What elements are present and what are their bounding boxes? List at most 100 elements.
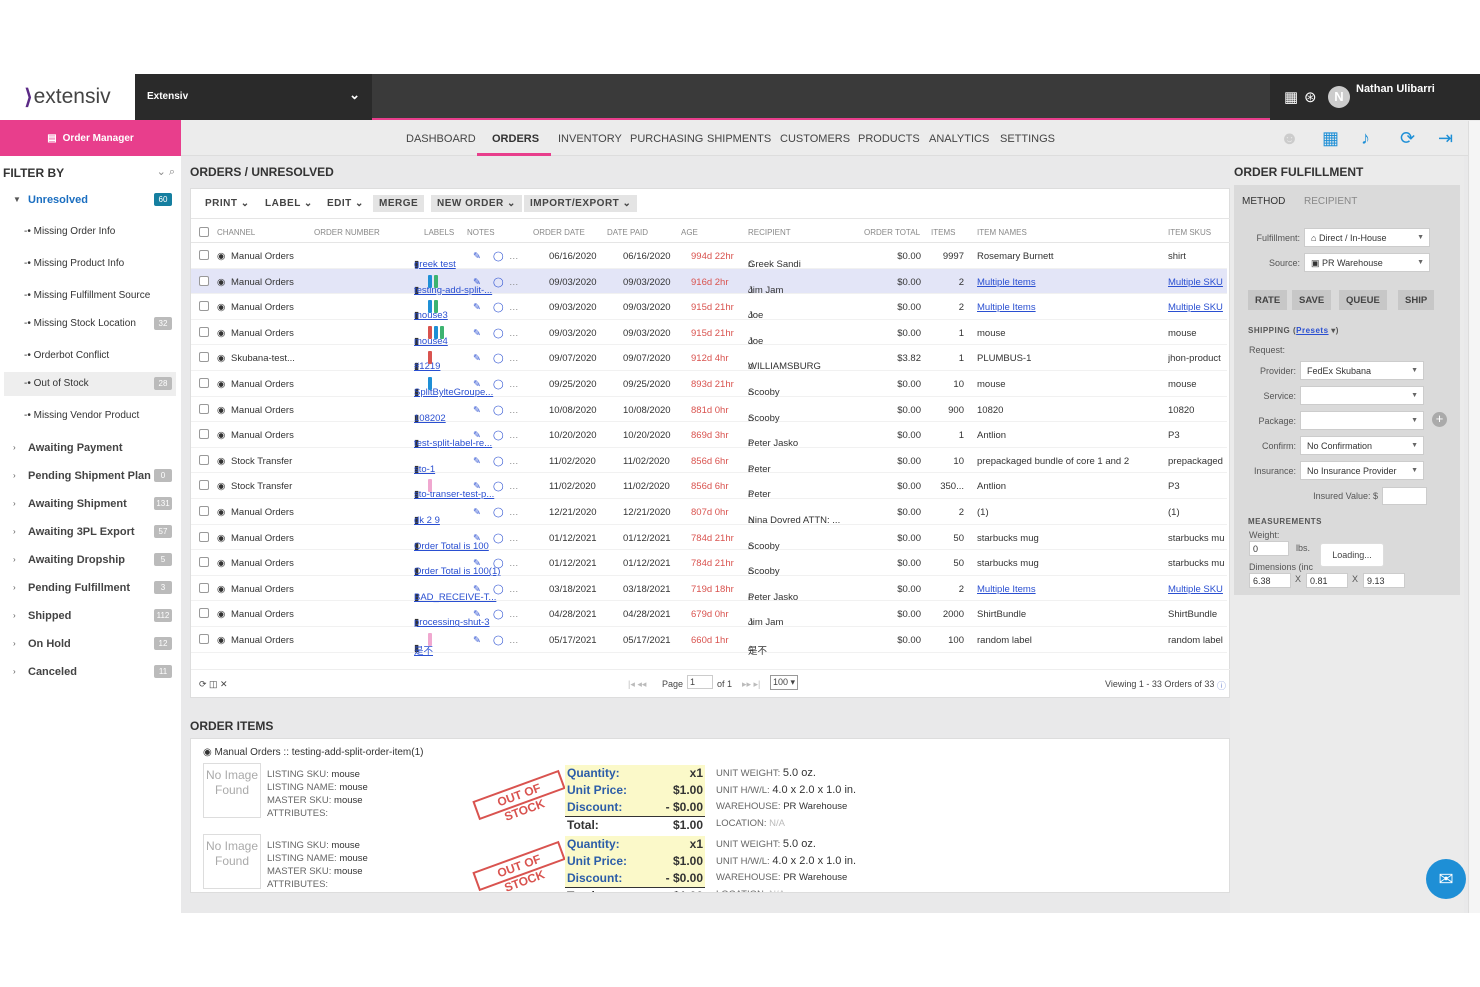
item-skus-cell[interactable]: Multiple SKU [1168,302,1223,313]
print-button[interactable]: PRINT ⌄ [199,195,256,212]
more-icon[interactable]: … [509,609,519,620]
label-tag[interactable] [428,633,432,646]
edit-note-icon[interactable]: ✎ [473,609,481,620]
comment-icon[interactable]: ◯ [493,328,504,339]
comment-icon[interactable]: ◯ [493,251,504,262]
comment-icon[interactable]: ◯ [493,481,504,492]
row-checkbox[interactable] [199,506,209,516]
table-row[interactable]: ◉ Manual Orders ▮ Order Total is 100(1) ✎ ◯…… [191,550,1227,577]
insured-value-input[interactable] [1382,487,1427,505]
tab-customers[interactable]: CUSTOMERS [780,133,850,145]
filter-item[interactable]: › Shipped 112 [4,604,176,628]
label-tag[interactable] [428,274,432,288]
comment-icon[interactable]: ◯ [493,507,504,518]
dimension-height-input[interactable]: 9.13 [1363,573,1405,588]
weight-input[interactable]: 0 [1249,541,1289,556]
col-labels[interactable]: LABELS [424,228,454,237]
label-tag[interactable] [428,479,432,493]
comment-icon[interactable]: ◯ [493,558,504,569]
edit-note-icon[interactable]: ✎ [473,405,481,416]
comment-icon[interactable]: ◯ [493,609,504,620]
more-icon[interactable]: … [509,635,519,646]
dimension-width-input[interactable]: 0.81 [1306,573,1348,588]
grid-tool-icons[interactable]: ⟳ ◫ ✕ [199,679,228,690]
col-items[interactable]: ITEMS [931,228,955,237]
bell-icon[interactable]: ♪ [1361,128,1370,149]
col-recipient[interactable]: RECIPIENT [748,228,791,237]
col-item-names[interactable]: ITEM NAMES [977,228,1027,237]
filter-item[interactable]: › On Hold 12 [4,632,176,656]
more-icon[interactable]: … [509,328,519,339]
chat-icon[interactable]: ✉ [1426,859,1466,899]
col-notes[interactable]: NOTES [467,228,495,237]
table-row[interactable]: ◉ Manual Orders ▮ SplitBylteGroupe... ✎ ◯… 09… [191,371,1227,398]
new-order-button[interactable]: NEW ORDER ⌄ [431,195,522,212]
item-skus-cell[interactable]: Multiple SKU [1168,277,1223,288]
col-order-date[interactable]: ORDER DATE [533,228,585,237]
table-row[interactable]: ◉ Manual Orders ▮ 108202 ✎ ◯… 10/08/2020 10/08… [191,397,1227,424]
per-page-select[interactable]: 100 ▾ [770,675,799,690]
more-icon[interactable]: … [509,456,519,467]
filter-item[interactable]: › Canceled 11 [4,660,176,684]
apps-grid-icon[interactable]: ▦ [1284,88,1298,106]
avatar[interactable]: N [1328,86,1350,108]
logout-icon[interactable]: ⇥ [1438,128,1453,149]
edit-note-icon[interactable]: ✎ [473,507,481,518]
row-checkbox[interactable] [199,352,209,363]
label-tag[interactable] [434,325,438,339]
next-page-icon[interactable]: ▸▸ ▸| [742,679,760,690]
filter-item[interactable]: -• Missing Vendor Product [4,404,176,428]
info-icon[interactable]: ⓘ [1217,679,1226,692]
more-icon[interactable]: … [509,251,519,262]
dimension-length-input[interactable]: 6.38 [1249,573,1291,588]
comment-icon[interactable]: ◯ [493,456,504,467]
table-row[interactable]: ◉ Manual Orders ▮ greek test ✎ ◯… 06/16/2020 0… [191,243,1227,270]
row-checkbox[interactable] [199,557,209,568]
col-date-paid[interactable]: DATE PAID [607,228,648,237]
comment-icon[interactable]: ◯ [493,277,504,288]
tab-inventory[interactable]: INVENTORY [558,133,622,145]
col-item-skus[interactable]: ITEM SKUS [1168,228,1211,237]
comment-icon[interactable]: ◯ [493,379,504,390]
row-checkbox[interactable] [199,250,209,260]
add-package-icon[interactable]: + [1432,412,1447,427]
table-row[interactable]: ◉ Manual Orders ▮ Order Total is 100 ✎ ◯… 01/… [191,525,1227,552]
edit-note-icon[interactable]: ✎ [473,456,481,467]
tab-analytics[interactable]: ANALYTICS [929,133,989,145]
help-icon[interactable]: ⊛ [1304,88,1317,106]
table-row[interactable]: ◉ Manual Orders ▮ mouse4 ✎ ◯… 09/03/2020 09/03… [191,320,1227,347]
edit-note-icon[interactable]: ✎ [473,277,481,288]
row-checkbox[interactable] [199,301,209,312]
row-checkbox[interactable] [199,608,209,619]
calculator-icon[interactable]: ▦ [1322,128,1339,149]
row-checkbox[interactable] [199,275,209,286]
insurance-select[interactable]: No Insurance Provider ▼ [1300,461,1424,480]
fulfillment-select[interactable]: ⌂ Direct / In-House ▼ [1304,228,1430,247]
row-checkbox[interactable] [199,634,209,644]
merge-button[interactable]: MERGE [373,195,425,212]
row-checkbox[interactable] [199,582,209,593]
comment-icon[interactable]: ◯ [493,635,504,646]
more-icon[interactable]: … [509,302,519,313]
filter-search-icon[interactable]: ⌄ ⌕ [157,165,175,179]
filter-item[interactable]: › Pending Fulfillment 3 [4,576,176,600]
tab-recipient[interactable]: RECIPIENT [1304,196,1357,207]
edit-note-icon[interactable]: ✎ [473,558,481,569]
tab-purchasing[interactable]: PURCHASING [630,133,703,145]
save-button[interactable]: SAVE [1292,290,1332,310]
table-row[interactable]: ◉ Stock Transfer ▮ sto-transer-test-p... ✎ ◯… [191,473,1227,500]
account-selector[interactable]: Extensiv ⌄ [135,74,372,120]
ship-button[interactable]: SHIP [1398,290,1435,310]
col-order-total[interactable]: ORDER TOTAL [864,228,920,237]
extensiv-logo[interactable]: ⟩ extensiv [0,74,135,120]
provider-select[interactable]: FedEx Skubana ▼ [1300,361,1424,380]
filter-item[interactable]: -• Missing Fulfillment Source [4,284,176,308]
label-tag[interactable] [428,300,432,314]
col-order-number[interactable]: ORDER NUMBER [314,228,380,237]
comment-icon[interactable]: ◯ [493,533,504,544]
item-names-cell[interactable]: Multiple Items [977,584,1036,595]
edit-note-icon[interactable]: ✎ [473,533,481,544]
tab-orders[interactable]: ORDERS [492,133,539,145]
confirm-select[interactable]: No Confirmation ▼ [1300,436,1424,455]
edit-note-icon[interactable]: ✎ [473,430,481,441]
